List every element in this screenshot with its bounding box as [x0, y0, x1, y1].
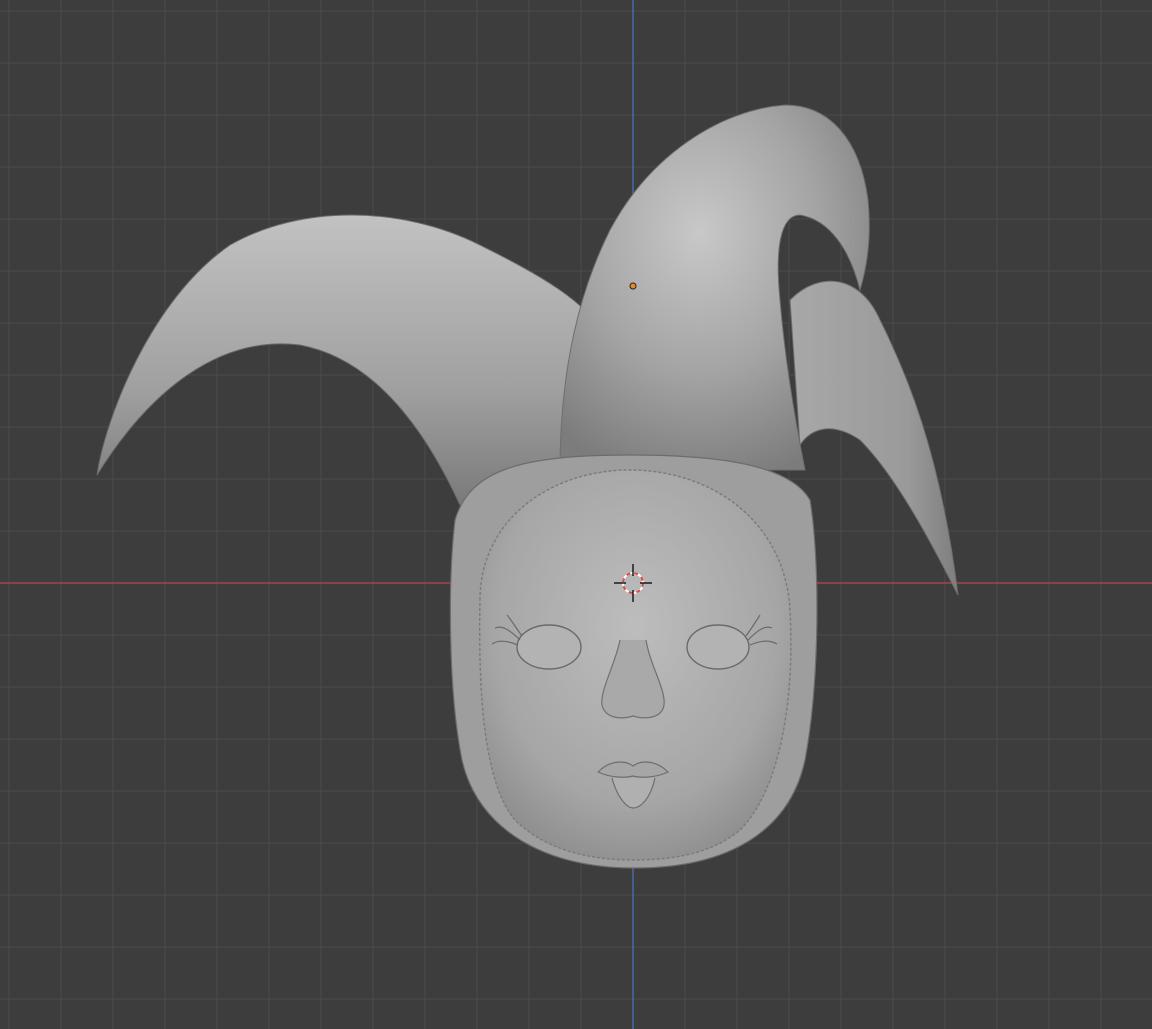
right-eye: [686, 624, 750, 670]
object-origin-icon[interactable]: [629, 282, 637, 290]
left-eye: [516, 624, 582, 670]
3d-viewport[interactable]: [0, 0, 1152, 1029]
